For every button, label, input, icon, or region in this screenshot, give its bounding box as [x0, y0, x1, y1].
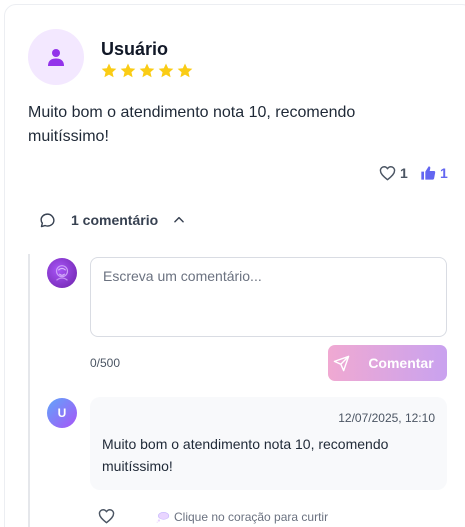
heart-icon — [379, 166, 396, 181]
submit-comment-label: Comentar — [368, 355, 434, 371]
reviewer-name: Usuário — [101, 39, 169, 59]
heart-icon — [98, 509, 115, 524]
character-counter: 0/500 — [90, 356, 121, 370]
avatar-image-icon — [55, 265, 69, 281]
user-icon — [48, 49, 64, 66]
star-icon — [139, 63, 155, 78]
comment-timestamp: 12/07/2025, 12:10 — [338, 411, 435, 425]
star-icon — [158, 63, 174, 78]
like-hint: Clique no coração para curtir — [156, 510, 328, 524]
chevron-up-icon — [172, 213, 186, 227]
thumbs-up-button[interactable]: 1 — [420, 165, 448, 181]
comment-input[interactable] — [90, 257, 447, 337]
submit-comment-button[interactable]: Comentar — [328, 345, 447, 381]
thumbs-up-count: 1 — [440, 165, 448, 181]
user-avatar — [28, 29, 84, 85]
thread-divider — [28, 254, 30, 527]
comment-author-avatar: U — [47, 398, 77, 428]
review-text: Muito bom o atendimento nota 10, recomen… — [28, 104, 356, 145]
comment-like-button[interactable] — [98, 508, 115, 524]
comments-count-label: 1 comentário — [71, 212, 159, 228]
comment-icon — [40, 212, 55, 227]
like-button[interactable]: 1 — [379, 165, 408, 181]
like-count: 1 — [400, 165, 408, 181]
comment-bubble: 12/07/2025, 12:10 Muito bom o atendiment… — [90, 397, 447, 490]
send-icon — [334, 355, 350, 371]
comments-toggle[interactable]: 1 comentário — [39, 209, 186, 231]
like-hint-text: Clique no coração para curtir — [174, 510, 329, 524]
star-rating — [100, 62, 194, 80]
current-user-avatar — [47, 258, 77, 288]
star-icon — [120, 63, 136, 78]
thought-bubble-icon — [156, 512, 170, 523]
star-icon — [101, 63, 117, 78]
star-icon — [177, 63, 193, 78]
comment-text: Muito bom o atendimento nota 10, recomen… — [102, 436, 389, 474]
thumbs-up-icon — [421, 166, 436, 180]
